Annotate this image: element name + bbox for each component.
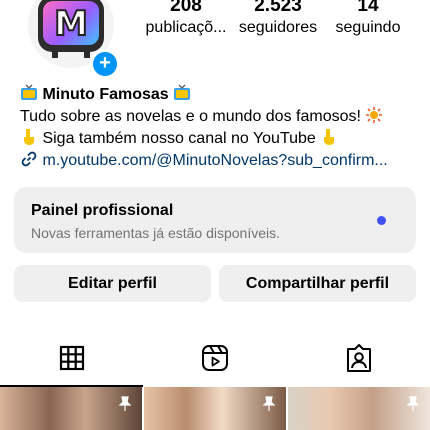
panel-title: Painel profissional	[31, 202, 174, 219]
following-count: 14	[357, 0, 379, 16]
bio-text-1: Tudo sobre as novelas e o mundo dos famo…	[20, 108, 361, 125]
reels-icon	[201, 345, 228, 371]
sparkle-emoji-icon	[366, 107, 383, 123]
edit-profile-button[interactable]: Editar perfil	[14, 265, 211, 302]
tab-reels[interactable]	[143, 340, 286, 376]
bio-link-text: m.youtube.com/@MinutoNovelas?sub_confirm…	[42, 152, 388, 169]
followers-stat[interactable]: 2.523 seguidores	[234, 0, 322, 38]
tab-posts[interactable]	[0, 340, 143, 376]
bio-line-1: Tudo sobre as novelas e o mundo dos famo…	[20, 106, 383, 128]
profile-name-text: Minuto Famosas	[42, 86, 169, 103]
pin-icon	[406, 396, 420, 411]
profile-name: Minuto Famosas	[20, 84, 191, 106]
grid-icon	[59, 345, 84, 371]
bio-line-2: Siga também nosso canal no YouTube	[20, 128, 338, 150]
add-story-button[interactable]: +	[90, 49, 120, 79]
posts-stat[interactable]: 208 publicaçõ...	[140, 0, 232, 38]
link-icon	[21, 151, 37, 167]
panel-subtitle: Novas ferramentas já estão disponíveis.	[31, 225, 281, 241]
pin-icon	[262, 396, 276, 411]
plus-icon: +	[99, 52, 111, 74]
bio-text-2: Siga também nosso canal no YouTube	[42, 130, 316, 147]
tv-emoji-icon	[21, 84, 37, 100]
point-down-emoji-icon	[324, 129, 335, 145]
bio-link[interactable]: m.youtube.com/@MinutoNovelas?sub_confirm…	[20, 150, 388, 172]
post-thumbnail[interactable]	[0, 387, 142, 430]
notification-dot	[377, 216, 386, 225]
posts-count: 208	[170, 0, 202, 16]
posts-label: publicaçõ...	[145, 19, 227, 36]
post-thumbnail[interactable]	[288, 387, 430, 430]
avatar-letter: M	[53, 3, 89, 45]
pin-icon	[118, 396, 132, 411]
point-down-emoji-icon	[24, 129, 34, 145]
tab-tagged[interactable]	[287, 340, 430, 376]
followers-count: 2.523	[254, 0, 302, 16]
following-label: seguindo	[335, 19, 401, 36]
following-stat[interactable]: 14 seguindo	[330, 0, 406, 38]
post-thumbnail[interactable]	[144, 387, 286, 430]
professional-dashboard-panel[interactable]: Painel profissional Novas ferramentas já…	[14, 187, 416, 253]
tagged-icon	[346, 344, 371, 372]
followers-label: seguidores	[238, 19, 318, 36]
tv-emoji-icon	[174, 84, 191, 100]
share-profile-button[interactable]: Compartilhar perfil	[219, 265, 416, 302]
tv-logo: M	[38, 0, 104, 58]
